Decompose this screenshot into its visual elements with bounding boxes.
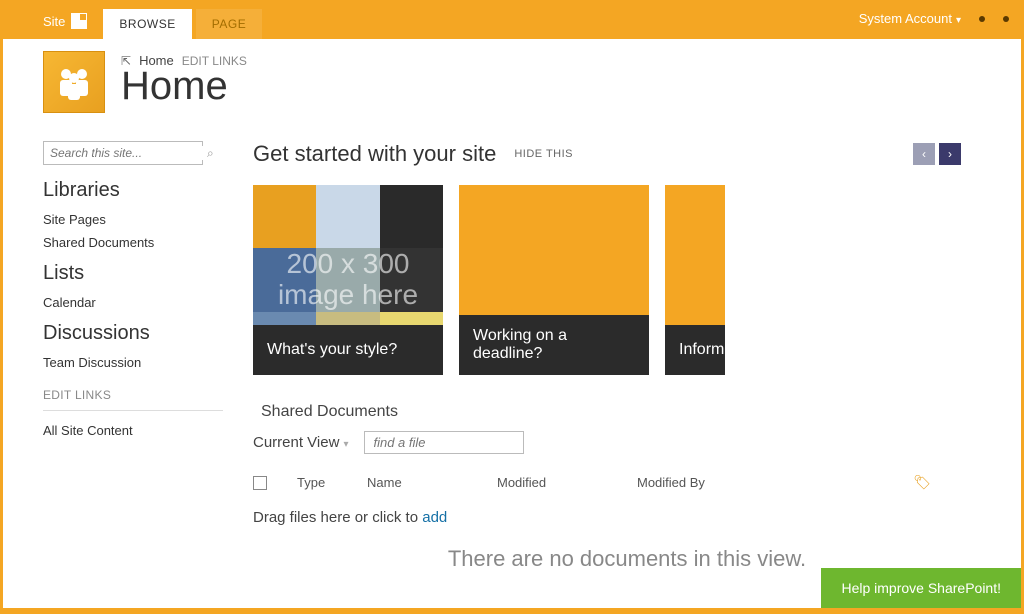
edit-page-icon[interactable] <box>71 13 87 29</box>
col-type[interactable]: Type <box>297 475 337 490</box>
nav-heading-lists: Lists <box>43 262 223 285</box>
sidebar-divider <box>43 410 223 411</box>
site-label[interactable]: Site <box>43 14 65 29</box>
col-modified[interactable]: Modified <box>497 475 607 490</box>
team-icon <box>53 61 95 103</box>
tile-caption: Working on a deadline? <box>459 315 649 375</box>
drop-files-hint[interactable]: Drag files here or click to add <box>253 509 1001 526</box>
carousel-prev-button[interactable]: ‹ <box>913 143 935 165</box>
site-logo[interactable] <box>43 51 105 113</box>
tile-caption: Informa <box>665 325 725 375</box>
tab-browse[interactable]: BROWSE <box>103 9 191 39</box>
nav-team-discussion[interactable]: Team Discussion <box>43 351 223 374</box>
help-improve-button[interactable]: Help improve SharePoint! <box>821 568 1021 608</box>
tab-page[interactable]: PAGE <box>196 9 262 39</box>
current-view-dropdown[interactable]: Current View▾ <box>253 434 348 451</box>
documents-webpart: Shared Documents Current View▾ Type Name… <box>253 403 1001 572</box>
add-link[interactable]: add <box>422 509 447 526</box>
search-box[interactable]: ⌕ <box>43 141 203 165</box>
get-started-title: Get started with your site <box>253 141 496 167</box>
tile-caption: What's your style? <box>253 325 443 375</box>
documents-grid-header: Type Name Modified Modified By 🏷 <box>253 468 1001 497</box>
page-header: ⇱ Home EDIT LINKS Home <box>3 39 1021 113</box>
find-file-input[interactable] <box>364 431 524 454</box>
search-input[interactable] <box>50 146 207 160</box>
nav-heading-discussions: Discussions <box>43 322 223 345</box>
tags-icon[interactable]: 🏷 <box>913 474 931 491</box>
hide-this-link[interactable]: HIDE THIS <box>514 148 573 160</box>
tile-deadline[interactable]: Working on a deadline? <box>459 185 649 375</box>
ribbon-dot-1[interactable] <box>979 16 985 22</box>
nav-all-site-content[interactable]: All Site Content <box>43 419 223 442</box>
carousel-next-button[interactable]: › <box>939 143 961 165</box>
nav-shared-documents[interactable]: Shared Documents <box>43 231 223 254</box>
select-all-checkbox[interactable] <box>253 476 267 490</box>
ribbon-bar: Site BROWSE PAGE System Account▾ <box>3 3 1021 39</box>
promoted-tiles: 200 x 300 image here What's your style? … <box>253 185 1001 375</box>
nav-site-pages[interactable]: Site Pages <box>43 208 223 231</box>
nav-calendar[interactable]: Calendar <box>43 291 223 314</box>
sidebar-edit-links[interactable]: EDIT LINKS <box>43 388 223 402</box>
tile-informa[interactable]: Informa <box>665 185 725 375</box>
documents-title: Shared Documents <box>253 403 1001 421</box>
page-title: Home <box>121 64 247 109</box>
tile-style[interactable]: 200 x 300 image here What's your style? <box>253 185 443 375</box>
sidebar: ⌕ Libraries Site Pages Shared Documents … <box>43 141 223 572</box>
col-modified-by[interactable]: Modified By <box>637 475 883 490</box>
col-name[interactable]: Name <box>367 475 467 490</box>
search-icon[interactable]: ⌕ <box>207 146 214 161</box>
main-content: Get started with your site HIDE THIS ‹ ›… <box>253 141 1021 572</box>
nav-heading-libraries: Libraries <box>43 179 223 202</box>
ribbon-dot-2[interactable] <box>1003 16 1009 22</box>
account-menu[interactable]: System Account▾ <box>859 11 961 26</box>
